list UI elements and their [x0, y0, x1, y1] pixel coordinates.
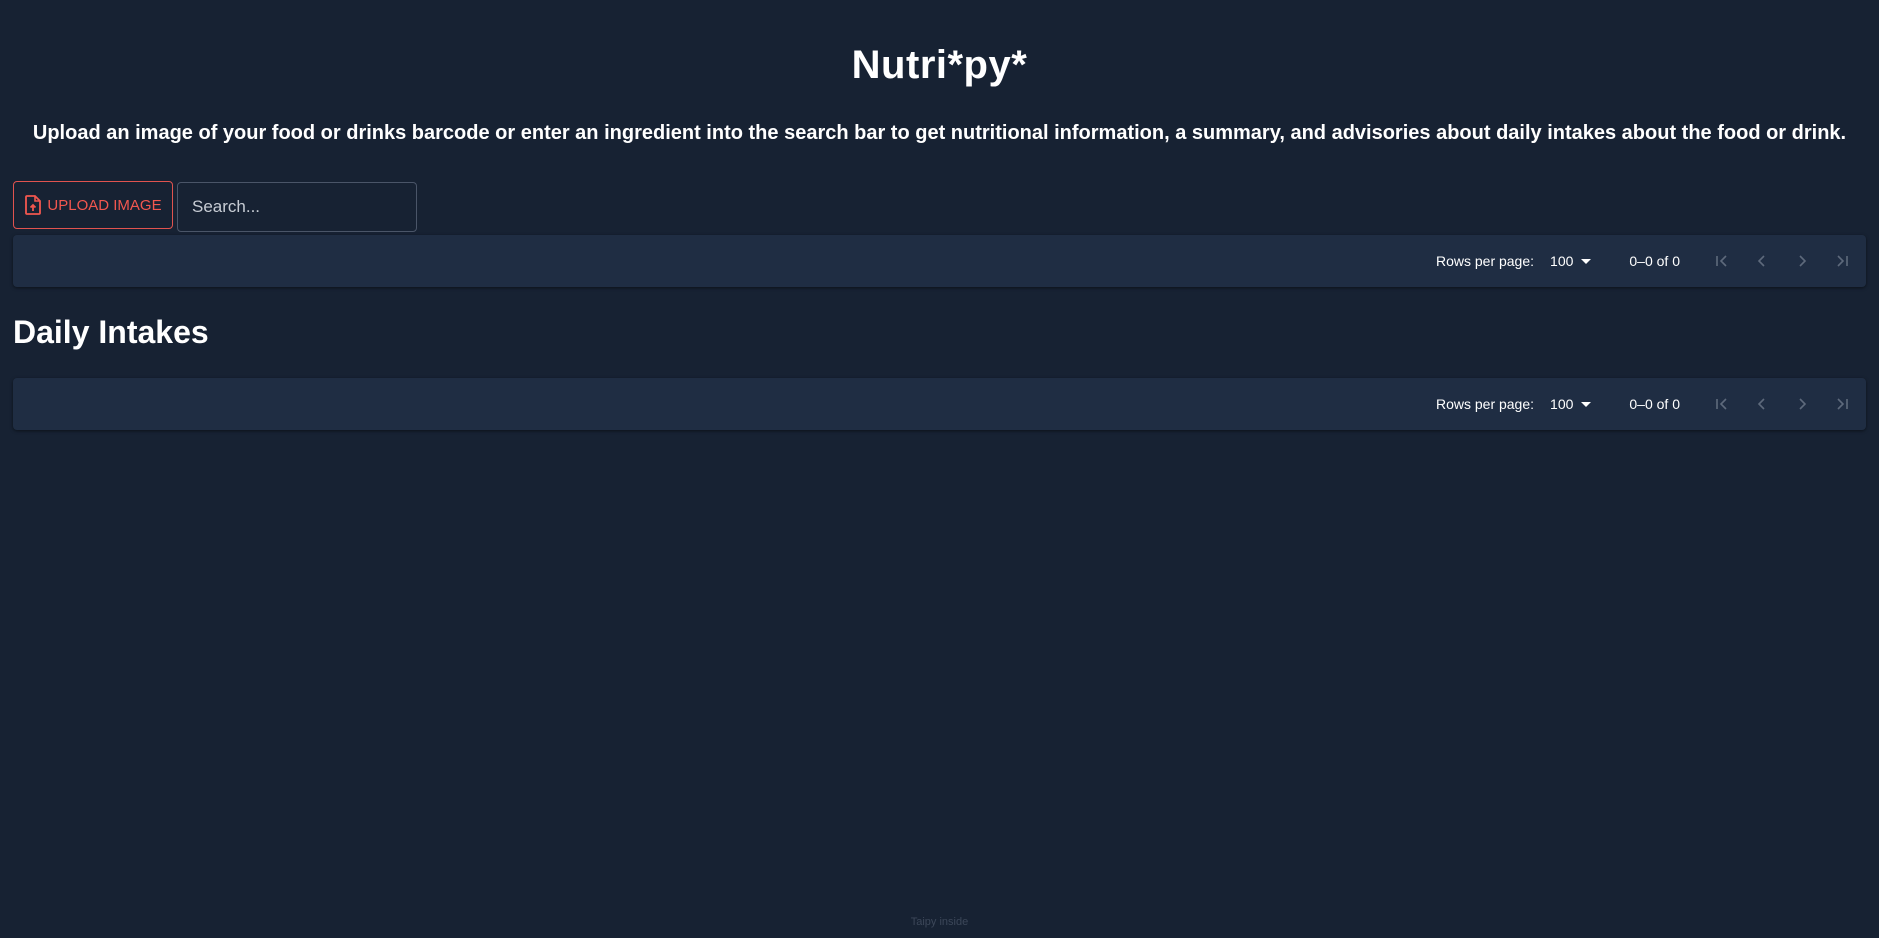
pagination-range: 0–0 of 0 [1629, 253, 1680, 269]
toolbar: UPLOAD IMAGE [13, 181, 417, 232]
last-page-icon [1837, 255, 1848, 267]
rows-per-page-select[interactable]: 100 [1550, 253, 1592, 269]
upload-image-button[interactable]: UPLOAD IMAGE [13, 181, 173, 229]
last-page-button[interactable] [1822, 241, 1862, 281]
app-title: Nutri*py* [851, 43, 1028, 87]
next-page-button[interactable] [1782, 384, 1822, 424]
previous-page-button[interactable] [1742, 384, 1782, 424]
chevron-left-icon [1757, 398, 1765, 410]
last-page-button[interactable] [1822, 384, 1862, 424]
first-page-button[interactable] [1702, 241, 1742, 281]
app-subtitle: Upload an image of your food or drinks b… [32, 122, 1847, 144]
dropdown-caret-icon [1581, 401, 1592, 407]
file-upload-icon [24, 195, 42, 215]
upload-image-label: UPLOAD IMAGE [47, 196, 162, 214]
app-page: Nutri*py* Upload an image of your food o… [0, 0, 1879, 938]
results-table-pagination: Rows per page: 100 0–0 of 0 [13, 235, 1866, 287]
last-page-icon [1837, 398, 1848, 410]
dropdown-caret-icon [1581, 258, 1592, 264]
rows-per-page-label: Rows per page: [1435, 396, 1535, 412]
daily-intakes-heading: Daily Intakes [13, 314, 209, 350]
pagination-range: 0–0 of 0 [1629, 396, 1680, 412]
chevron-left-icon [1757, 255, 1765, 267]
rows-per-page-select[interactable]: 100 [1550, 396, 1592, 412]
search-input[interactable] [177, 182, 417, 232]
rows-per-page-label: Rows per page: [1435, 253, 1535, 269]
previous-page-button[interactable] [1742, 241, 1782, 281]
pagination-buttons [1702, 241, 1862, 281]
pagination-buttons [1702, 384, 1862, 424]
daily-intakes-pagination: Rows per page: 100 0–0 of 0 [13, 378, 1866, 430]
next-page-button[interactable] [1782, 241, 1822, 281]
first-page-icon [1716, 398, 1727, 410]
chevron-right-icon [1799, 255, 1807, 267]
footer-text: Taipy inside [910, 916, 969, 928]
first-page-icon [1716, 255, 1727, 267]
first-page-button[interactable] [1702, 384, 1742, 424]
chevron-right-icon [1799, 398, 1807, 410]
rows-per-page-value: 100 [1550, 253, 1574, 269]
rows-per-page-value: 100 [1550, 396, 1574, 412]
